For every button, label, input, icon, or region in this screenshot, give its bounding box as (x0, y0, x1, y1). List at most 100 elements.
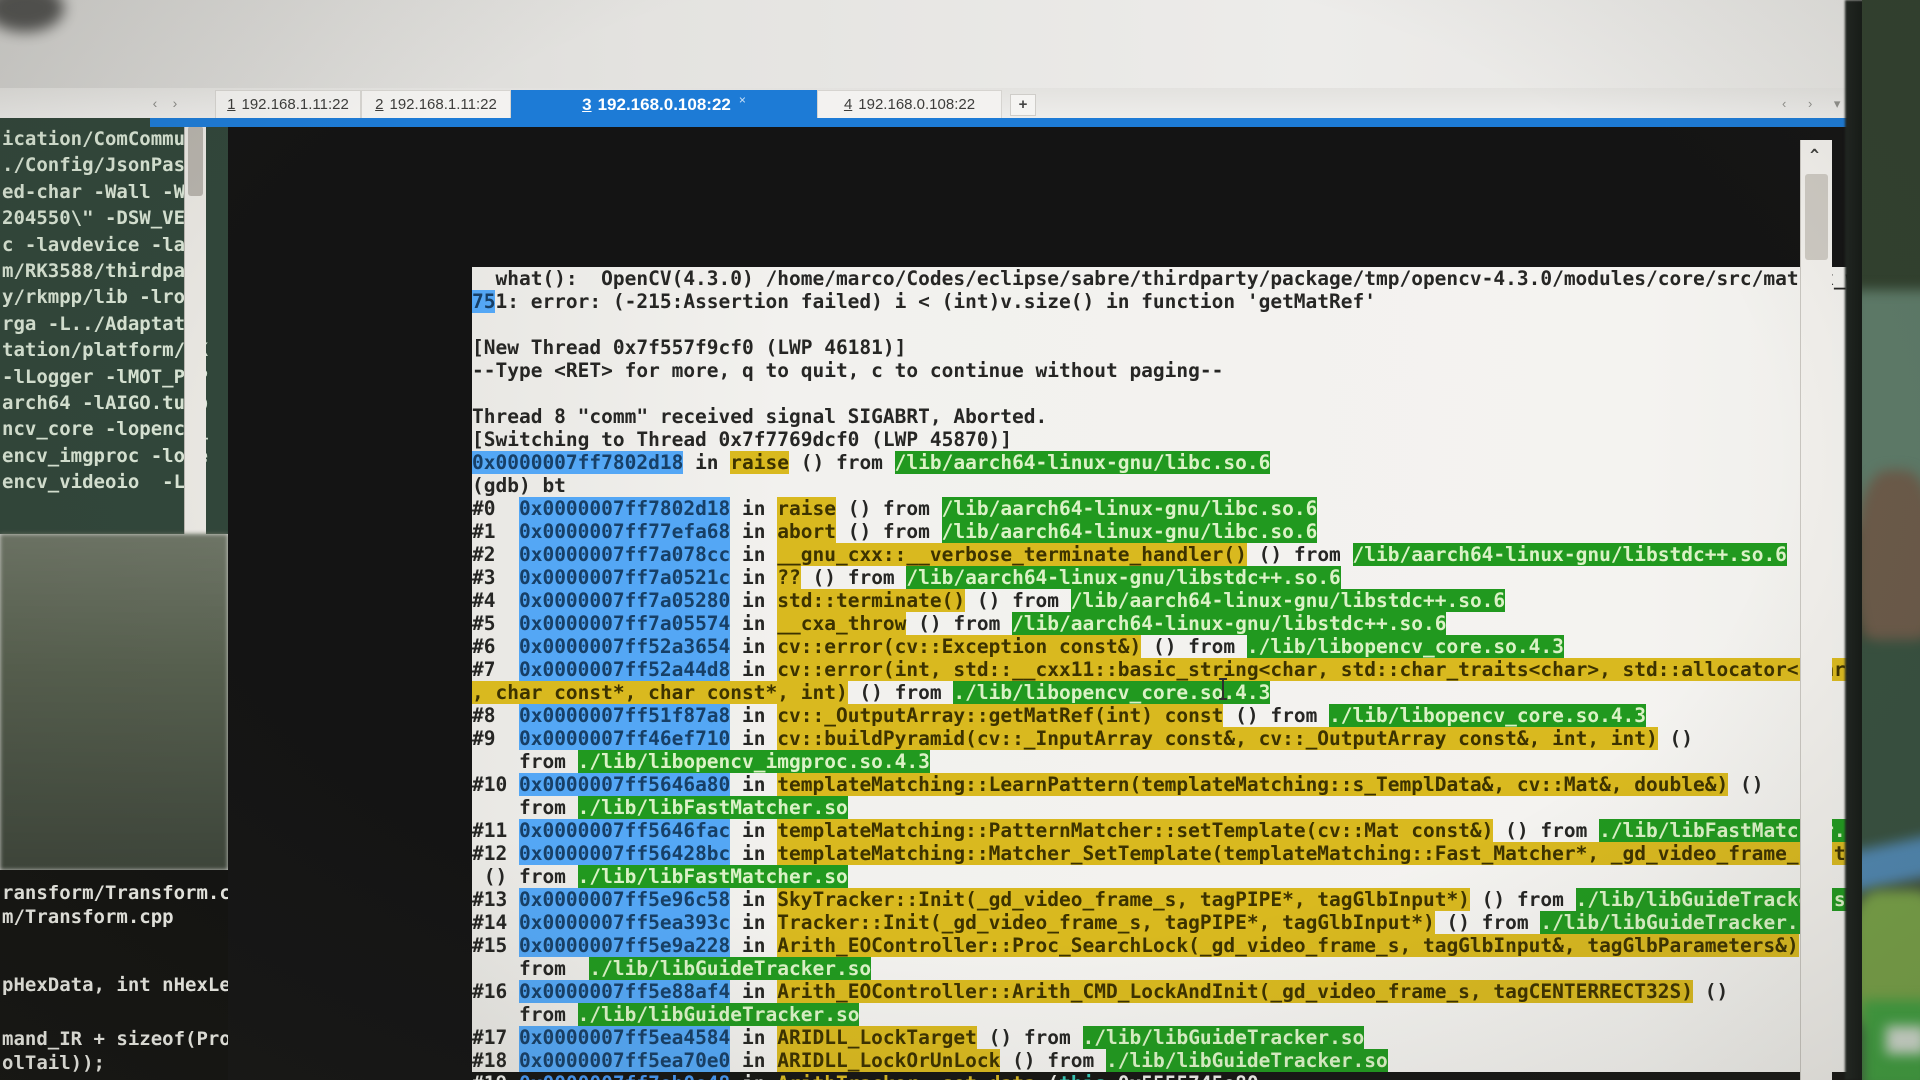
terminal-text-segment: #19 (472, 1072, 519, 1080)
terminal-text-segment: #11 (472, 819, 519, 842)
build-log-line: c -lavdevice -lav (2, 234, 208, 260)
background-blur (1862, 640, 1920, 860)
build-log-line: rga -L../Adaptati (2, 313, 208, 339)
terminal-text-segment: abort (777, 520, 836, 543)
build-log-lines: ication/ComCommu./Config/JsonPased-char … (2, 128, 208, 497)
terminal-text-segment: 0x0000007ff77efa68 (519, 520, 730, 543)
terminal-text-segment: ./lib/libGuideTracker.so (578, 1003, 860, 1026)
terminal-line: #3 0x0000007ff7a0521c in ?? () from /lib… (472, 566, 1920, 589)
terminal-text-segment: () from (1470, 888, 1576, 911)
terminal-text-segment: /lib/aarch64-linux-gnu/libstdc++.so.6 (1012, 612, 1446, 635)
session-tab-4[interactable]: 4 192.168.0.108:22 (817, 90, 1002, 118)
terminal-text-segment: ./lib/libGuideTracker.so (1540, 911, 1822, 934)
terminal-text-segment: #2 (472, 543, 519, 566)
terminal-text-segment: in (730, 819, 777, 842)
terminal-text-segment: ./lib/libFastMatcher.so (578, 796, 848, 819)
tab-number: 4 (844, 96, 852, 113)
terminal-text-segment: () from (836, 497, 942, 520)
terminal-text-segment: () from (1493, 819, 1599, 842)
terminal-line: from ./lib/libFastMatcher.so (472, 796, 1920, 819)
terminal-text-segment: in (730, 497, 777, 520)
terminal-text-segment: 0x0000007ff52a44d8 (519, 658, 730, 681)
session-tab-1[interactable]: 1192.168.1.11:22 (215, 90, 361, 118)
session-tab-2[interactable]: 2192.168.1.11:22 (361, 90, 511, 118)
terminal-text-segment: from (472, 796, 578, 819)
tab-address-label: 192.168.0.108:22 (598, 95, 731, 115)
terminal-text-segment: templateMatching::PatternMatcher::setTem… (777, 819, 1493, 842)
terminal-text-segment: =0x5555745e80, (1106, 1072, 1270, 1080)
tabs-scroll-left-icon[interactable]: ‹ (146, 93, 164, 113)
gdb-console-output: #19 0x0000007ff7eb0e48 in ArithTracker::… (472, 1072, 1920, 1080)
code-line: ransform/Transform.cpp (2, 882, 228, 904)
terminal-line: from ./lib/libGuideTracker.so (472, 1003, 1920, 1026)
terminal-text-segment: 0x0000007ff5e88af4 (519, 980, 730, 1003)
terminal-text-segment: , char const*, char const*, int) (472, 681, 848, 704)
terminal-text-segment: /lib/aarch64-linux-gnu/libc.so.6 (942, 497, 1318, 520)
tab-address-label: 192.168.0.108:22 (858, 96, 975, 113)
tabs-scroll-right-icon[interactable]: › (166, 93, 184, 113)
build-log-scrollbar[interactable]: ^ (184, 96, 206, 534)
terminal-text-segment: 0x0000007ff5ea4584 (519, 1026, 730, 1049)
terminal-text-segment: cv::error(int, std::__cxx11::basic_strin… (777, 658, 1920, 681)
terminal-text-segment: Arith_EOController::Proc_SearchLock(_gd_… (777, 934, 1798, 957)
gdb-backtrace-output: what(): OpenCV(4.3.0) /home/marco/Codes/… (472, 267, 1920, 1072)
terminal-text-segment: 0x0000007ff5e96c58 (519, 888, 730, 911)
terminal-text-segment: #17 (472, 1026, 519, 1049)
terminal-text-segment: #18 (472, 1049, 519, 1072)
tab-close-icon[interactable]: × (739, 93, 746, 107)
new-tab-button[interactable]: + (1010, 94, 1036, 116)
terminal-text-segment: in (683, 451, 730, 474)
terminal-text-segment: #0 (472, 497, 519, 520)
terminal-text-segment: --Type <RET> for more, q to quit, c to c… (472, 359, 1223, 382)
terminal-text-segment: raise (730, 451, 789, 474)
code-line: olTail)); (2, 1052, 105, 1074)
session-tab-3[interactable]: 3 192.168.0.108:22 × (511, 90, 817, 118)
terminal-line: #17 0x0000007ff5ea4584 in ARIDLL_LockTar… (472, 1026, 1920, 1049)
terminal-text-segment: in (730, 888, 777, 911)
terminal-line: from ./lib/libopencv_imgproc.so.4.3 (472, 750, 1920, 773)
build-log-line: encv_videoio -L.. (2, 471, 208, 497)
terminal-text-segment: [Switching to Thread 0x7f7769dcf0 (LWP 4… (472, 428, 1012, 451)
terminal-line: #1 0x0000007ff77efa68 in abort () from /… (472, 520, 1920, 543)
terminal-text-segment: ./lib/libGuideTracker.so (1106, 1049, 1388, 1072)
terminal-text-segment: #14 (472, 911, 519, 934)
terminal-text-segment: from (472, 957, 589, 980)
terminal-text-segment: what(): OpenCV(4.3.0) /home/marco/Codes/… (472, 267, 1920, 290)
terminal-text-segment: cv::_OutputArray::getMatRef(int) const (777, 704, 1223, 727)
terminal-text-segment: () from (801, 566, 907, 589)
terminal-text-segment: 0x0000007ff5646a80 (519, 773, 730, 796)
build-log-line: ncv_core -lopencv_ (2, 418, 208, 444)
terminal-text-segment: in (730, 911, 777, 934)
terminal-scrollbar[interactable]: ^ (1800, 140, 1832, 1080)
terminal-text-segment: Thread 8 "comm" received signal SIGABRT,… (472, 405, 1047, 428)
terminal-text-segment: in (730, 589, 777, 612)
terminal-text-segment: cv::error(cv::Exception const&) (777, 635, 1141, 658)
terminal-text-segment: () (1693, 980, 1728, 1003)
terminal-text-segment: () from (836, 520, 942, 543)
terminal-text-segment: cv::buildPyramid(cv::_InputArray const&,… (777, 727, 1658, 750)
scroll-up-arrow-icon[interactable]: ^ (1810, 146, 1819, 164)
tab-number: 3 (582, 95, 591, 115)
terminal-text-segment: ./lib/libFastMatcher.so (578, 865, 848, 888)
terminal-text-segment: #7 (472, 658, 519, 681)
terminal-line: #18 0x0000007ff5ea70e0 in ARIDLL_LockOrU… (472, 1049, 1920, 1072)
terminal-text-segment: 0x0000007ff7eb0e48 (519, 1072, 730, 1080)
terminal-text-segment: #12 (472, 842, 519, 865)
terminal-line: #5 0x0000007ff7a05574 in __cxa_throw () … (472, 612, 1920, 635)
tab-bar-overflow-icons[interactable]: ‹ › ▾ (1782, 96, 1849, 112)
terminal-line (472, 382, 1920, 405)
terminal-text-segment: () (1728, 773, 1763, 796)
terminal-text-segment: ( (1036, 1072, 1059, 1080)
terminal-text-segment: in (730, 1026, 777, 1049)
terminal-text-segment: () from (1247, 543, 1353, 566)
terminal-line: #2 0x0000007ff7a078cc in __gnu_cxx::__ve… (472, 543, 1920, 566)
terminal-text-segment: in (730, 704, 777, 727)
scrollbar-thumb[interactable] (188, 126, 203, 196)
terminal-text-segment: this (1059, 1072, 1106, 1080)
terminal-line: (gdb) bt (472, 474, 1920, 497)
terminal-text-segment: Arith_EOController::Arith_CMD_LockAndIni… (777, 980, 1693, 1003)
scrollbar-thumb[interactable] (1805, 174, 1828, 260)
terminal-text-segment: 1: error: (-215:Assertion failed) i < (i… (495, 290, 1376, 313)
terminal-text-segment: from (472, 750, 578, 773)
terminal-text-segment: in (730, 520, 777, 543)
